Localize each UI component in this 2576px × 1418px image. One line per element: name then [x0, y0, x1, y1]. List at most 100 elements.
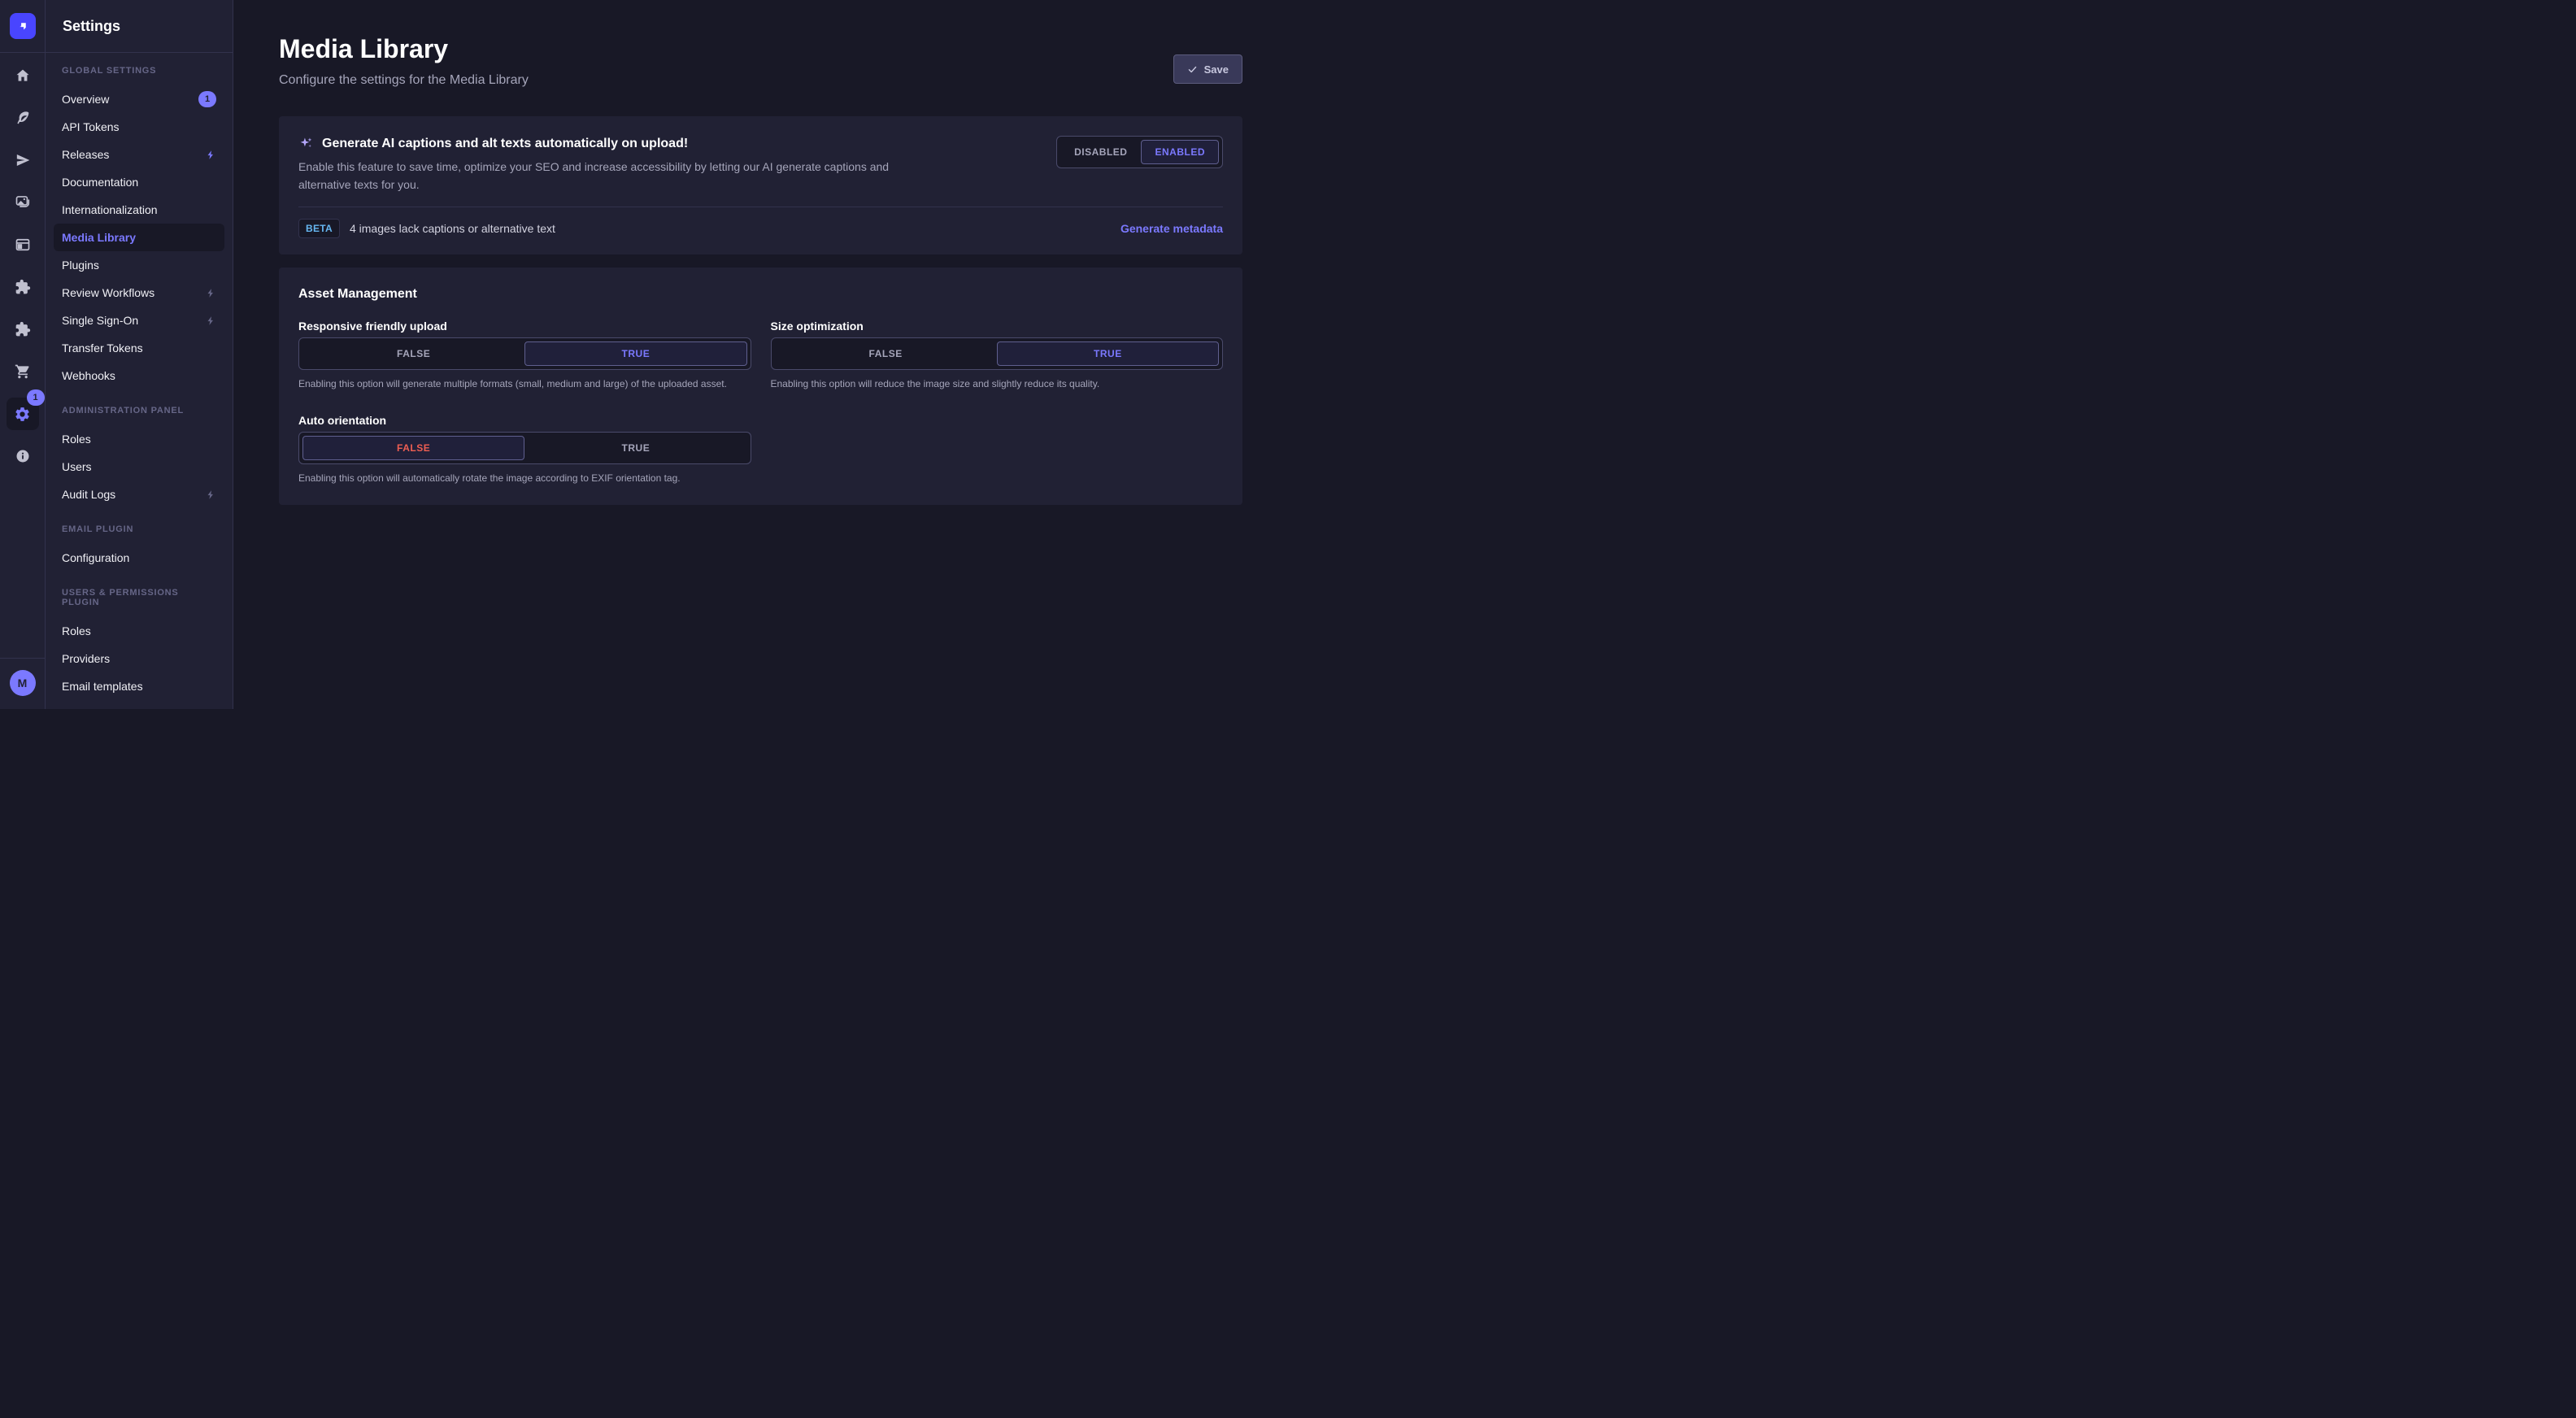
sidebar-item-roles[interactable]: Roles [54, 617, 224, 645]
sidebar-item-advanced-settings[interactable]: Advanced settings [54, 700, 224, 709]
main-nav-rail: 1 M [0, 0, 46, 709]
sidebar-item-label: Configuration [62, 551, 129, 564]
sidebar-item-single-sign-on[interactable]: Single Sign-On [54, 307, 224, 334]
sidebar-item-label: Plugins [62, 259, 99, 272]
sidebar-item-roles[interactable]: Roles [54, 425, 224, 453]
save-button-label: Save [1204, 63, 1229, 76]
ai-feature-option-disabled[interactable]: DISABLED [1060, 140, 1141, 164]
page-header: Media Library Configure the settings for… [279, 33, 1242, 88]
sidebar-item-users[interactable]: Users [54, 453, 224, 481]
sidebar-item-internationalization[interactable]: Internationalization [54, 196, 224, 224]
puzzle-piece-icon[interactable] [7, 313, 39, 346]
sidebar-item-configuration[interactable]: Configuration [54, 544, 224, 572]
puzzle-icon[interactable] [7, 271, 39, 303]
layout-icon[interactable] [7, 228, 39, 261]
images-icon[interactable] [7, 186, 39, 219]
field-responsive-friendly-upload: Responsive friendly uploadFALSETRUEEnabl… [298, 320, 751, 391]
lightning-icon [206, 489, 216, 500]
sidebar-item-releases[interactable]: Releases [54, 141, 224, 168]
sidebar-item-label: Review Workflows [62, 286, 154, 299]
count-badge: 1 [198, 91, 216, 107]
sidebar-item-api-tokens[interactable]: API Tokens [54, 113, 224, 141]
sidebar-section-email-plugin: EMAIL PLUGIN Configuration [54, 508, 224, 572]
field-label: Auto orientation [298, 414, 751, 427]
sidebar-item-documentation[interactable]: Documentation [54, 168, 224, 196]
sidebar-item-label: Releases [62, 148, 109, 161]
banner-top: Generate AI captions and alt texts autom… [298, 136, 1223, 194]
rail-header [0, 0, 45, 53]
sidebar-item-label: Email templates [62, 680, 143, 693]
sidebar-section-administration-panel: ADMINISTRATION PANEL Roles Users Audit Logs [54, 389, 224, 508]
page-title: Media Library [279, 33, 529, 65]
avatar[interactable]: M [10, 670, 36, 696]
responsive-friendly-upload-option-false[interactable]: FALSE [302, 341, 524, 366]
feather-icon[interactable] [7, 102, 39, 134]
ai-feature-toggle-slot: DISABLEDENABLED [1056, 136, 1223, 168]
sidebar-section-header: EMAIL PLUGIN [54, 508, 224, 544]
sidebar-item-label: Roles [62, 433, 91, 446]
sidebar-item-label: Providers [62, 652, 110, 665]
sidebar-nav: GLOBAL SETTINGSOverview1API TokensReleas… [46, 53, 233, 709]
sidebar-item-label: Audit Logs [62, 488, 115, 501]
main-content: Media Library Configure the settings for… [233, 0, 1288, 709]
page-subtitle: Configure the settings for the Media Lib… [279, 73, 529, 88]
asset-management-fields: Responsive friendly uploadFALSETRUEEnabl… [298, 320, 1223, 485]
check-icon [1187, 64, 1198, 75]
cart-icon[interactable] [7, 355, 39, 388]
auto-orientation-option-true[interactable]: TRUE [524, 436, 746, 460]
sidebar-item-label: Users [62, 460, 92, 473]
strapi-logo-icon [15, 19, 30, 33]
auto-orientation-option-false[interactable]: FALSE [302, 436, 524, 460]
generate-metadata-link[interactable]: Generate metadata [1120, 222, 1223, 235]
size-optimization-toggle: FALSETRUE [771, 337, 1224, 370]
sidebar-item-webhooks[interactable]: Webhooks [54, 362, 224, 389]
sidebar-header: Settings [46, 0, 233, 53]
auto-orientation-toggle: FALSETRUE [298, 432, 751, 464]
sidebar-item-audit-logs[interactable]: Audit Logs [54, 481, 224, 508]
sidebar-section-users-permissions-plugin: USERS & PERMISSIONS PLUGINRolesProviders… [54, 572, 224, 709]
settings-sidebar: Settings GLOBAL SETTINGSOverview1API Tok… [46, 0, 233, 709]
sidebar-item-label: Documentation [62, 176, 138, 189]
field-label: Size optimization [771, 320, 1224, 333]
beta-badge: BETA [298, 219, 340, 238]
sidebar-item-label: Advanced settings [62, 707, 154, 709]
sidebar-section-header: ADMINISTRATION PANEL [54, 389, 224, 425]
notification-badge: 1 [27, 389, 45, 406]
sidebar-item-providers[interactable]: Providers [54, 645, 224, 672]
banner-description: Enable this feature to save time, optimi… [298, 158, 902, 194]
strapi-logo[interactable] [10, 13, 36, 39]
sidebar-item-overview[interactable]: Overview1 [54, 85, 224, 113]
size-optimization-option-false[interactable]: FALSE [775, 341, 997, 366]
banner-text: Generate AI captions and alt texts autom… [298, 136, 902, 194]
paper-plane-icon[interactable] [7, 144, 39, 176]
lightning-icon [206, 150, 216, 160]
sidebar-item-plugins[interactable]: Plugins [54, 251, 224, 279]
sidebar-item-label: Webhooks [62, 369, 115, 382]
banner-title: Generate AI captions and alt texts autom… [322, 137, 688, 151]
sidebar-item-review-workflows[interactable]: Review Workflows [54, 279, 224, 307]
sidebar-item-label: Internationalization [62, 203, 158, 216]
responsive-friendly-upload-toggle: FALSETRUE [298, 337, 751, 370]
sidebar-item-label: Single Sign-On [62, 314, 138, 327]
sparkles-icon [298, 136, 314, 151]
ai-feature-toggle: DISABLEDENABLED [1056, 136, 1223, 168]
sidebar-item-media-library[interactable]: Media Library [54, 224, 224, 251]
responsive-friendly-upload-option-true[interactable]: TRUE [524, 341, 746, 366]
info-icon[interactable] [7, 440, 39, 472]
lightning-icon [206, 315, 216, 326]
app-window: 1 M Settings GLOBAL SETTINGSOverview1API… [0, 0, 1288, 709]
sidebar-item-transfer-tokens[interactable]: Transfer Tokens [54, 334, 224, 362]
field-hint: Enabling this option will reduce the ima… [771, 376, 1210, 391]
sidebar-item-email-templates[interactable]: Email templates [54, 672, 224, 700]
asset-management-card: Asset Management Responsive friendly upl… [279, 268, 1242, 505]
field-auto-orientation: Auto orientationFALSETRUEEnabling this o… [298, 414, 751, 485]
page-header-text: Media Library Configure the settings for… [279, 33, 529, 88]
ai-feature-option-enabled[interactable]: ENABLED [1141, 140, 1219, 164]
home-icon[interactable] [7, 59, 39, 92]
gear-icon[interactable]: 1 [7, 398, 39, 430]
save-button[interactable]: Save [1173, 54, 1242, 84]
banner-status: BETA 4 images lack captions or alternati… [298, 219, 555, 238]
field-label: Responsive friendly upload [298, 320, 751, 333]
lightning-icon [206, 288, 216, 298]
size-optimization-option-true[interactable]: TRUE [997, 341, 1219, 366]
